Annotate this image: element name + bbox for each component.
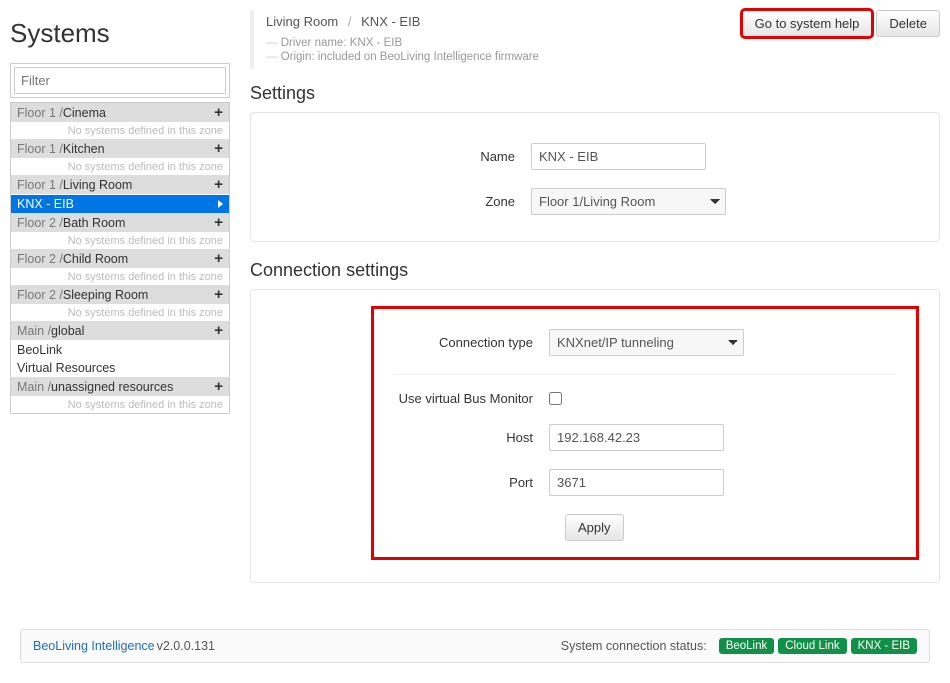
vbus-label: Use virtual Bus Monitor <box>394 391 549 406</box>
zone-name-label: Kitchen <box>63 142 105 156</box>
system-help-button[interactable]: Go to system help <box>742 10 873 37</box>
system-label: KNX - EIB <box>17 197 74 211</box>
systems-tree: Floor 1 / Cinema + No systems defined in t… <box>10 102 230 414</box>
plus-icon[interactable]: + <box>214 287 223 302</box>
zone-row[interactable]: Floor 2 / Child Room + <box>11 249 229 269</box>
vbus-checkbox[interactable] <box>549 392 562 405</box>
footer-status-label: System connection status: <box>561 639 707 653</box>
empty-zone-note: No systems defined in this zone <box>11 159 229 175</box>
zone-row[interactable]: Floor 1 / Cinema + <box>11 103 229 123</box>
zone-row[interactable]: Floor 1 / Living Room + <box>11 175 229 195</box>
zone-label: Zone <box>261 194 531 209</box>
zone-name-label: Child Room <box>63 252 128 266</box>
host-label: Host <box>394 430 549 445</box>
zone-select[interactable]: Floor 1/Living Room <box>531 188 726 215</box>
zone-name-label: Cinema <box>63 106 106 120</box>
meta-origin: Origin: included on BeoLiving Intelligen… <box>266 51 539 63</box>
breadcrumb-zone: Living Room <box>266 14 338 29</box>
footer: BeoLiving Intelligence v2.0.0.131 System… <box>20 629 930 663</box>
zone-name-label: Bath Room <box>63 216 126 230</box>
empty-zone-note: No systems defined in this zone <box>11 269 229 285</box>
zone-row[interactable]: Main / global + <box>11 321 229 341</box>
zone-floor-label: Main / <box>17 324 51 338</box>
sidebar-title: Systems <box>10 18 230 49</box>
zone-floor-label: Floor 1 / <box>17 106 63 120</box>
connection-title: Connection settings <box>250 260 940 281</box>
footer-brand[interactable]: BeoLiving Intelligence <box>33 639 155 653</box>
host-input[interactable] <box>549 424 724 451</box>
zone-row[interactable]: Floor 1 / Kitchen + <box>11 139 229 159</box>
breadcrumb-separator: / <box>348 14 352 29</box>
settings-panel: Name Zone Floor 1/Living Room <box>250 112 940 242</box>
name-label: Name <box>261 149 531 164</box>
zone-name-label: unassigned resources <box>51 380 173 394</box>
apply-button[interactable]: Apply <box>565 514 624 541</box>
plus-icon[interactable]: + <box>214 379 223 394</box>
empty-zone-note: No systems defined in this zone <box>11 123 229 139</box>
zone-floor-label: Floor 1 / <box>17 178 63 192</box>
header-row: Living Room / KNX - EIB Driver name: KNX… <box>250 10 940 69</box>
zone-row[interactable]: Floor 2 / Sleeping Room + <box>11 285 229 305</box>
delete-button[interactable]: Delete <box>876 10 940 37</box>
plus-icon[interactable]: + <box>214 251 223 266</box>
system-label: Virtual Resources <box>17 361 115 375</box>
sidebar: Systems Floor 1 / Cinema + No systems defi… <box>10 10 230 601</box>
zone-row[interactable]: Main / unassigned resources + <box>11 377 229 397</box>
system-row[interactable]: KNX - EIB <box>11 195 229 213</box>
meta-driver: Driver name: KNX - EIB <box>266 37 539 49</box>
zone-floor-label: Floor 1 / <box>17 142 63 156</box>
status-badge[interactable]: Cloud Link <box>778 638 846 654</box>
connection-panel: Connection type KNXnet/IP tunneling Use … <box>250 289 940 583</box>
zone-name-label: Sleeping Room <box>63 288 148 302</box>
connection-highlight: Connection type KNXnet/IP tunneling Use … <box>371 306 919 560</box>
conn-divider <box>394 374 896 375</box>
zone-name-label: global <box>51 324 84 338</box>
status-badge[interactable]: BeoLink <box>719 638 775 654</box>
zone-row[interactable]: Floor 2 / Bath Room + <box>11 213 229 233</box>
name-input[interactable] <box>531 143 706 170</box>
zone-floor-label: Floor 2 / <box>17 288 63 302</box>
zone-floor-label: Floor 2 / <box>17 252 63 266</box>
plus-icon[interactable]: + <box>214 323 223 338</box>
main-content: Living Room / KNX - EIB Driver name: KNX… <box>250 10 940 601</box>
filter-box <box>10 63 230 98</box>
caret-right-icon <box>218 200 223 208</box>
plus-icon[interactable]: + <box>214 105 223 120</box>
empty-zone-note: No systems defined in this zone <box>11 397 229 413</box>
empty-zone-note: No systems defined in this zone <box>11 233 229 249</box>
system-row[interactable]: BeoLink <box>11 341 229 359</box>
system-row[interactable]: Virtual Resources <box>11 359 229 377</box>
plus-icon[interactable]: + <box>214 177 223 192</box>
conn-type-select[interactable]: KNXnet/IP tunneling <box>549 329 744 356</box>
status-badge[interactable]: KNX - EIB <box>851 638 917 654</box>
zone-floor-label: Main / <box>17 380 51 394</box>
filter-input[interactable] <box>14 67 226 94</box>
breadcrumb-system: KNX - EIB <box>361 14 420 29</box>
footer-version: v2.0.0.131 <box>157 639 215 653</box>
plus-icon[interactable]: + <box>214 215 223 230</box>
breadcrumb: Living Room / KNX - EIB <box>266 14 539 29</box>
zone-name-label: Living Room <box>63 178 132 192</box>
zone-floor-label: Floor 2 / <box>17 216 63 230</box>
empty-zone-note: No systems defined in this zone <box>11 305 229 321</box>
system-label: BeoLink <box>17 343 62 357</box>
conn-type-label: Connection type <box>394 335 549 350</box>
settings-title: Settings <box>250 83 940 104</box>
plus-icon[interactable]: + <box>214 141 223 156</box>
port-label: Port <box>394 475 549 490</box>
port-input[interactable] <box>549 469 724 496</box>
